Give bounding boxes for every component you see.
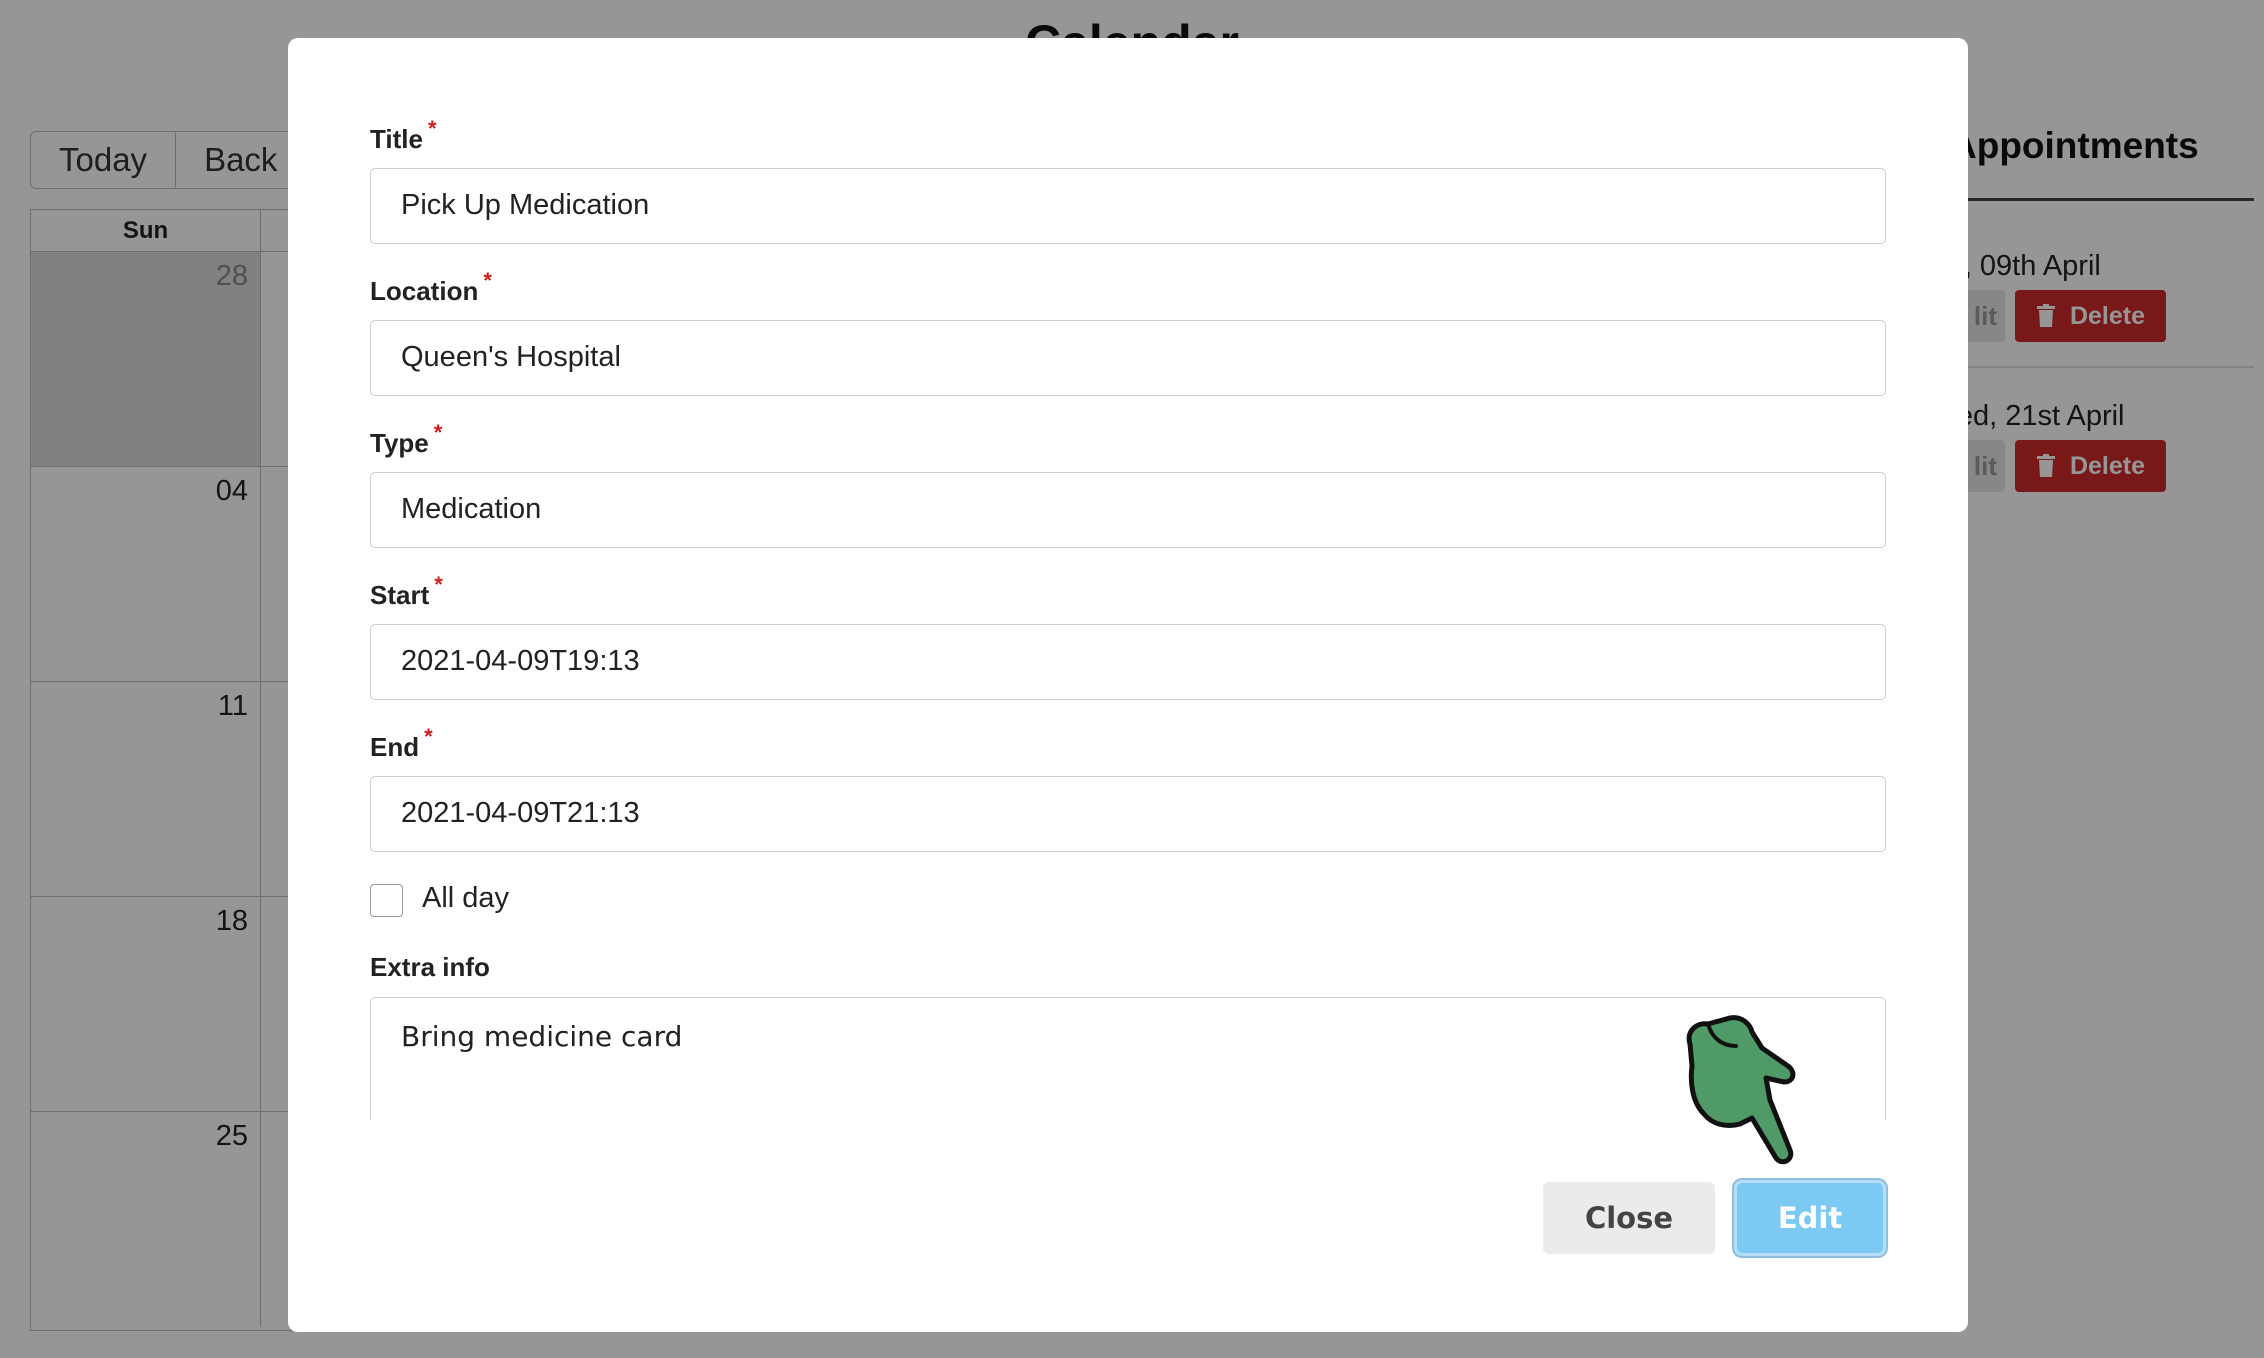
start-input[interactable]: 2021-04-09T19:13 <box>370 624 1886 700</box>
required-marker: * <box>483 268 492 293</box>
extra-info-textarea[interactable]: Bring medicine card <box>370 997 1886 1120</box>
title-label: Title * <box>370 116 437 154</box>
all-day-label[interactable]: All day <box>422 882 509 915</box>
appointment-form: Title * Pick Up Medication Location * Quee… <box>370 38 1886 1120</box>
required-marker: * <box>427 116 437 141</box>
start-label: Start * <box>370 572 443 610</box>
title-input[interactable]: Pick Up Medication <box>370 168 1886 244</box>
required-marker: * <box>433 420 443 445</box>
required-marker: * <box>424 724 433 749</box>
location-input[interactable]: Queen's Hospital <box>370 320 1886 396</box>
extra-info-label: Extra info <box>370 952 490 982</box>
edit-button[interactable]: Edit <box>1734 1180 1886 1256</box>
end-input[interactable]: 2021-04-09T21:13 <box>370 776 1886 852</box>
required-marker: * <box>434 572 443 597</box>
close-button[interactable]: Close <box>1543 1182 1715 1254</box>
type-input[interactable]: Medication <box>370 472 1886 548</box>
type-label: Type * <box>370 420 443 458</box>
pointing-hand-cursor-icon <box>1686 1015 1796 1165</box>
all-day-checkbox[interactable] <box>370 884 403 917</box>
end-label: End * <box>370 724 433 762</box>
location-label: Location * <box>370 268 492 306</box>
